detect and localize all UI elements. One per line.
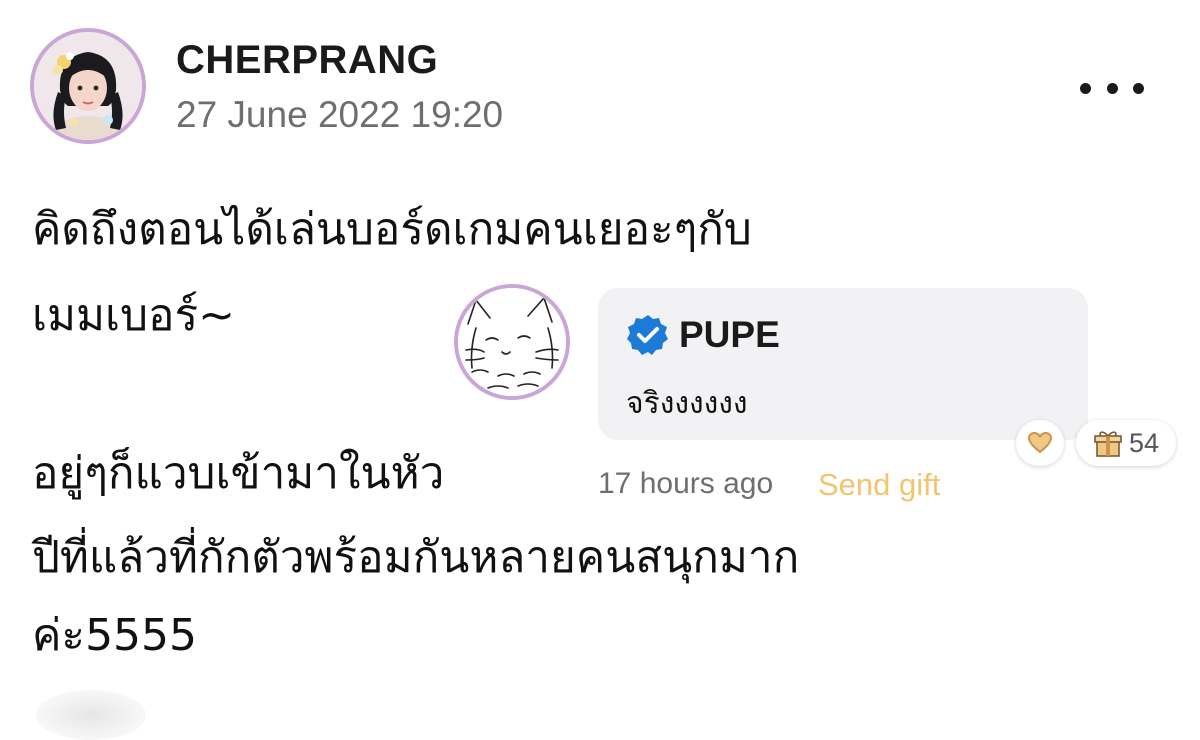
author-name[interactable]: CHERPRANG bbox=[176, 38, 438, 83]
post-text-line: ปีที่แล้วที่กักตัวพร้อมกันหลายคนสนุกมาก bbox=[32, 532, 800, 583]
more-options-icon[interactable] bbox=[1080, 76, 1144, 100]
avatar-photo bbox=[34, 32, 142, 140]
gift-button[interactable]: 54 bbox=[1076, 420, 1176, 466]
post-timestamp: 27 June 2022 19:20 bbox=[176, 94, 504, 135]
gift-count: 54 bbox=[1128, 427, 1160, 458]
like-button[interactable] bbox=[1016, 420, 1064, 466]
commenter-avatar[interactable] bbox=[454, 284, 570, 400]
post-text-line: อยู่ๆก็แวบเข้ามาในหัว bbox=[32, 448, 445, 499]
dot bbox=[1133, 82, 1144, 94]
author-avatar[interactable] bbox=[30, 28, 146, 144]
post-text-line: คิดถึงตอนได้เล่นบอร์ดเกมคนเยอะๆกับ bbox=[32, 204, 752, 255]
comment-text: จริงงงงงง bbox=[626, 386, 748, 421]
gift-icon bbox=[1094, 431, 1122, 457]
cat-drawing bbox=[458, 288, 566, 396]
commenter-name[interactable]: PUPE bbox=[679, 314, 780, 356]
post-text-line: เมมเบอร์~ bbox=[32, 290, 235, 341]
next-post-avatar-blur bbox=[36, 690, 146, 740]
post-text-line: ค่ะ5555 bbox=[32, 610, 198, 661]
comment-timestamp: 17 hours ago bbox=[598, 467, 774, 500]
dot bbox=[1080, 82, 1091, 94]
send-gift-button[interactable]: Send gift bbox=[818, 467, 940, 503]
dot bbox=[1106, 82, 1118, 94]
heart-icon bbox=[1027, 431, 1053, 454]
verified-badge-icon bbox=[627, 315, 668, 355]
